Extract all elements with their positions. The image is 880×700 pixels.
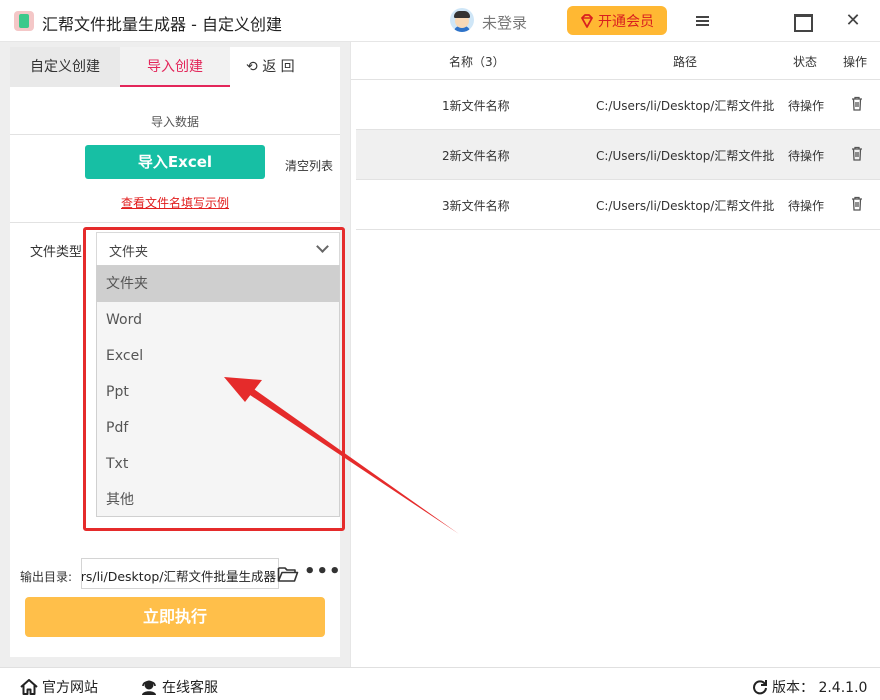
chevron-down-icon bbox=[316, 240, 329, 253]
file-type-dropdown: 文件夹 Word Excel Ppt Pdf Txt 其他 bbox=[96, 265, 340, 517]
login-status[interactable]: 未登录 bbox=[482, 12, 527, 33]
user-avatar[interactable] bbox=[450, 8, 474, 32]
trash-icon[interactable] bbox=[851, 146, 863, 161]
output-dir-label: 输出目录: bbox=[20, 570, 73, 584]
trash-icon[interactable] bbox=[851, 196, 863, 211]
more-options-icon[interactable]: ••• bbox=[304, 561, 342, 582]
column-header-action: 操作 bbox=[843, 55, 868, 69]
diamond-icon bbox=[581, 13, 593, 28]
footer: 官方网站 在线客服 版本： 2.4.1.0 bbox=[0, 667, 880, 700]
file-type-select-value: 文件夹 bbox=[109, 245, 149, 260]
file-type-select[interactable]: 文件夹 bbox=[96, 232, 340, 266]
vip-button[interactable]: 开通会员 bbox=[567, 6, 667, 35]
tab-import-create[interactable]: 导入创建 bbox=[120, 47, 230, 87]
column-header-status: 状态 bbox=[793, 55, 818, 69]
file-type-label: 文件类型 bbox=[30, 245, 83, 260]
divider bbox=[10, 222, 340, 223]
cell-status: 待操作 bbox=[788, 149, 825, 163]
version-info: 版本： 2.4.1.0 bbox=[752, 677, 867, 697]
dropdown-option-ppt[interactable]: Ppt bbox=[97, 374, 339, 410]
divider bbox=[10, 134, 340, 135]
cell-path: C:/Users/li/Desktop/汇帮文件批 bbox=[596, 199, 775, 213]
output-dir-value: rs/li/Desktop/汇帮文件批量生成器 bbox=[81, 569, 276, 584]
refresh-icon[interactable] bbox=[752, 679, 768, 695]
window-title: 汇帮文件批量生成器 - 自定义创建 bbox=[42, 15, 282, 34]
dropdown-option-txt[interactable]: Txt bbox=[97, 446, 339, 482]
back-button[interactable]: ⟲ 返 回 bbox=[232, 47, 340, 87]
title-bar: 汇帮文件批量生成器 - 自定义创建 未登录 开通会员 ✕ bbox=[0, 0, 880, 42]
dropdown-option-word[interactable]: Word bbox=[97, 302, 339, 338]
table-row[interactable]: 2新文件名称 C:/Users/li/Desktop/汇帮文件批 待操作 bbox=[356, 130, 880, 180]
clear-list-button[interactable]: 清空列表 bbox=[285, 157, 333, 174]
cell-status: 待操作 bbox=[788, 99, 825, 113]
home-icon bbox=[20, 679, 38, 695]
section-label: 导入数据 bbox=[150, 115, 199, 129]
example-link[interactable]: 查看文件名填写示例 bbox=[10, 194, 340, 211]
app-logo-icon bbox=[14, 11, 34, 31]
run-now-button[interactable]: 立即执行 bbox=[25, 597, 325, 637]
maximize-icon[interactable] bbox=[791, 10, 813, 32]
back-button-label: 返 回 bbox=[262, 59, 295, 75]
dropdown-option-excel[interactable]: Excel bbox=[97, 338, 339, 374]
cell-name: 2新文件名称 bbox=[442, 149, 510, 163]
menu-icon[interactable] bbox=[692, 10, 714, 32]
output-dir-input[interactable]: rs/li/Desktop/汇帮文件批量生成器 bbox=[81, 558, 279, 589]
cell-path: C:/Users/li/Desktop/汇帮文件批 bbox=[596, 99, 775, 113]
table-row[interactable]: 3新文件名称 C:/Users/li/Desktop/汇帮文件批 待操作 bbox=[356, 180, 880, 230]
cell-status: 待操作 bbox=[788, 199, 825, 213]
tab-custom-create[interactable]: 自定义创建 bbox=[10, 47, 120, 87]
trash-icon[interactable] bbox=[851, 96, 863, 111]
vip-button-label: 开通会员 bbox=[598, 13, 654, 30]
undo-icon: ⟲ bbox=[246, 59, 258, 75]
dropdown-option-other[interactable]: 其他 bbox=[97, 482, 339, 518]
table-row[interactable]: 1新文件名称 C:/Users/li/Desktop/汇帮文件批 待操作 bbox=[356, 80, 880, 130]
official-website-label: 官方网站 bbox=[42, 680, 98, 696]
import-excel-button[interactable]: 导入Excel bbox=[85, 145, 265, 179]
official-website-link[interactable]: 官方网站 bbox=[20, 677, 98, 697]
cell-name: 3新文件名称 bbox=[442, 199, 510, 213]
dropdown-option-pdf[interactable]: Pdf bbox=[97, 410, 339, 446]
column-header-name: 名称（3） bbox=[449, 55, 505, 69]
folder-open-icon[interactable] bbox=[277, 565, 299, 583]
online-support-link[interactable]: 在线客服 bbox=[140, 677, 218, 697]
table-header: 名称（3） 路径 状态 操作 bbox=[351, 42, 880, 80]
headset-icon bbox=[142, 680, 156, 695]
online-support-label: 在线客服 bbox=[162, 680, 218, 696]
mode-tabs: 自定义创建 导入创建 ⟲ 返 回 bbox=[10, 47, 340, 87]
cell-path: C:/Users/li/Desktop/汇帮文件批 bbox=[596, 149, 775, 163]
column-header-path: 路径 bbox=[673, 55, 698, 69]
cell-name: 1新文件名称 bbox=[442, 99, 510, 113]
version-label: 版本： 2.4.1.0 bbox=[772, 680, 868, 696]
dropdown-option-folder[interactable]: 文件夹 bbox=[97, 266, 339, 302]
close-icon[interactable]: ✕ bbox=[842, 10, 864, 32]
file-list-panel: 名称（3） 路径 状态 操作 1新文件名称 C:/Users/li/Deskto… bbox=[350, 42, 880, 667]
